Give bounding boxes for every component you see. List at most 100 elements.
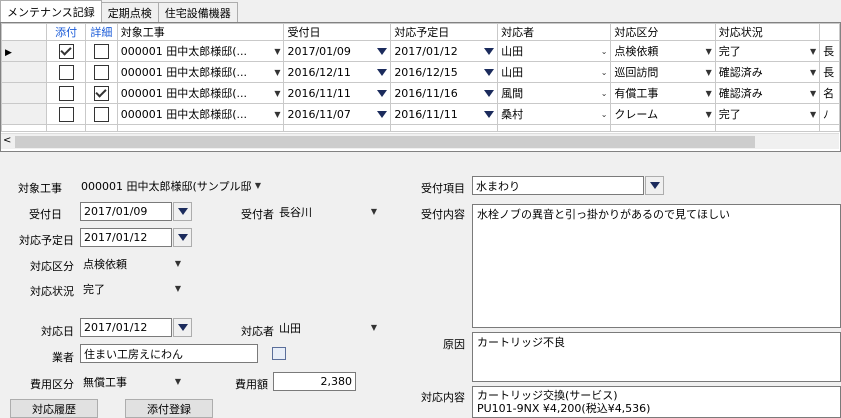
received-dropdown[interactable]: 2016/11/11 <box>287 87 388 100</box>
table-row[interactable]: 000001 田中太郎様邸(... ▼ 2016/12/11 2016/12/15 山田… <box>0 61 840 83</box>
row-header[interactable] <box>0 61 48 83</box>
person-dropdown[interactable]: 山田 ⌄ <box>501 64 607 80</box>
received-cell[interactable]: 2017/01/09 <box>283 40 392 62</box>
content-textarea[interactable]: 水栓ノブの異音と引っ掛かりがあるので見てほしい <box>472 204 841 328</box>
col-detail[interactable]: 詳細 <box>85 23 118 41</box>
received-calendar-button[interactable] <box>173 202 192 221</box>
status-dropdown[interactable]: 完了 ▼ <box>719 106 816 122</box>
table-row[interactable]: 000001 田中太郎様邸(... ▼ 2016/11/11 2016/11/16 風間… <box>0 82 840 104</box>
table-row[interactable]: ▶ 000001 田中太郎様邸(... ▼ 2017/01/09 2017/01/12 山… <box>0 40 840 62</box>
status-dropdown[interactable]: 完了 ▼ <box>719 43 816 59</box>
received-cell[interactable]: 2016/11/11 <box>283 82 392 104</box>
status-cell[interactable]: 確認済み ▼ <box>714 61 821 83</box>
item-dropdown-button[interactable] <box>645 176 664 195</box>
cost-field[interactable]: 2,380 <box>273 372 356 391</box>
col-received[interactable]: 受付日 <box>283 23 392 41</box>
table-row[interactable]: 000001 田中太郎様邸(... ▼ 2016/11/07 2016/11/11 桑村… <box>0 103 840 125</box>
status-cell[interactable]: 完了 ▼ <box>714 103 821 125</box>
project-dropdown[interactable]: 000001 田中太郎様邸(... ▼ <box>121 85 281 101</box>
scheduled-dropdown[interactable]: 2016/11/11 <box>394 108 495 121</box>
received-date-field[interactable]: 2017/01/09 <box>80 202 172 221</box>
status-cell[interactable]: 完了 ▼ <box>714 40 821 62</box>
row-header[interactable] <box>0 82 48 104</box>
detail-cell[interactable] <box>85 103 118 125</box>
project-cell[interactable]: 000001 田中太郎様邸(... ▼ <box>116 40 285 62</box>
category-cell[interactable]: クレーム ▼ <box>610 103 716 125</box>
status-dropdown[interactable]: 確認済み ▼ <box>719 64 816 80</box>
attach-register-button[interactable]: 添付登録 <box>125 399 213 418</box>
detail-cell[interactable] <box>85 82 118 104</box>
vendor-lookup-icon[interactable] <box>272 347 286 360</box>
person-cell[interactable]: 山田 ⌄ <box>497 61 612 83</box>
detail-checkbox[interactable] <box>93 43 109 59</box>
person-dropdown[interactable]: 桑村 ⌄ <box>501 106 607 122</box>
response-date-field[interactable]: 2017/01/12 <box>80 318 172 337</box>
scheduled-cell[interactable]: 2016/11/11 <box>390 103 499 125</box>
horizontal-scrollbar[interactable]: < <box>1 133 839 149</box>
project-cell[interactable]: 000001 田中太郎様邸(... ▼ <box>116 103 285 125</box>
tab-periodic-inspection[interactable]: 定期点検 <box>100 2 159 22</box>
category-dropdown[interactable]: 巡回訪問 ▼ <box>614 64 711 80</box>
category-dropdown[interactable]: 有償工事 ▼ <box>614 85 711 101</box>
col-scheduled[interactable]: 対応予定日 <box>390 23 499 41</box>
category-cell[interactable]: 巡回訪問 ▼ <box>610 61 716 83</box>
tab-maintenance[interactable]: メンテナンス記録 <box>0 0 102 22</box>
response-calendar-button[interactable] <box>173 318 192 337</box>
status-dropdown[interactable]: 確認済み ▼ <box>719 85 816 101</box>
person-cell[interactable]: 桑村 ⌄ <box>497 103 612 125</box>
received-cell[interactable]: 2016/12/11 <box>283 61 392 83</box>
history-button[interactable]: 対応履歴 <box>10 399 98 418</box>
category-dropdown[interactable]: 点検依頼 ▼ <box>614 43 711 59</box>
scheduled-cell[interactable]: 2016/11/16 <box>390 82 499 104</box>
scheduled-date-field[interactable]: 2017/01/12 <box>80 228 172 247</box>
detail-cell[interactable] <box>85 61 118 83</box>
person-dropdown[interactable]: 風間 ⌄ <box>501 85 607 101</box>
project-dropdown[interactable]: 000001 田中太郎様邸(... ▼ <box>121 106 281 122</box>
received-cell[interactable]: 2016/11/07 <box>283 103 392 125</box>
receiver-select[interactable]: 長谷川 ▼ <box>276 202 380 221</box>
project-cell[interactable]: 000001 田中太郎様邸(... ▼ <box>116 82 285 104</box>
tab-equipment[interactable]: 住宅設備機器 <box>157 2 238 22</box>
attach-checkbox[interactable] <box>58 85 74 101</box>
status-select[interactable]: 完了 ▼ <box>80 279 184 298</box>
received-dropdown[interactable]: 2017/01/09 <box>287 45 388 58</box>
attach-checkbox[interactable] <box>58 43 74 59</box>
scroll-left-icon[interactable]: < <box>3 135 11 146</box>
project-cell[interactable]: 000001 田中太郎様邸(... ▼ <box>116 61 285 83</box>
project-dropdown[interactable]: 000001 田中太郎様邸(... ▼ <box>121 43 281 59</box>
person-cell[interactable]: 風間 ⌄ <box>497 82 612 104</box>
col-project[interactable]: 対象工事 <box>116 23 285 41</box>
attach-checkbox[interactable] <box>58 64 74 80</box>
category-select[interactable]: 点検依頼 ▼ <box>80 254 184 273</box>
item-field[interactable]: 水まわり <box>472 176 644 195</box>
category-cell[interactable]: 有償工事 ▼ <box>610 82 716 104</box>
col-category[interactable]: 対応区分 <box>610 23 716 41</box>
vendor-field[interactable]: 住まい工房えにわん <box>80 344 258 363</box>
detail-cell[interactable] <box>85 40 118 62</box>
row-header[interactable]: ▶ <box>0 40 48 62</box>
category-cell[interactable]: 点検依頼 ▼ <box>610 40 716 62</box>
detail-checkbox[interactable] <box>93 64 109 80</box>
received-dropdown[interactable]: 2016/11/07 <box>287 108 388 121</box>
attach-cell[interactable] <box>46 103 87 125</box>
attach-cell[interactable] <box>46 61 87 83</box>
received-dropdown[interactable]: 2016/12/11 <box>287 66 388 79</box>
category-dropdown[interactable]: クレーム ▼ <box>614 106 711 122</box>
detail-checkbox[interactable] <box>93 85 109 101</box>
project-select[interactable]: 000001 田中太郎様邸(サンプル邸 ▼ <box>78 176 264 195</box>
responder-select[interactable]: 山田 ▼ <box>276 318 380 337</box>
detail-checkbox[interactable] <box>93 106 109 122</box>
attach-cell[interactable] <box>46 82 87 104</box>
scheduled-dropdown[interactable]: 2017/01/12 <box>394 45 495 58</box>
person-dropdown[interactable]: 山田 ⌄ <box>501 43 607 59</box>
response-textarea[interactable]: カートリッジ交換(サービス) PU101-9NX ¥4,200(税込¥4,536… <box>472 386 841 418</box>
scheduled-dropdown[interactable]: 2016/12/15 <box>394 66 495 79</box>
scheduled-cell[interactable]: 2017/01/12 <box>390 40 499 62</box>
cost-type-select[interactable]: 無償工事 ▼ <box>80 372 184 391</box>
project-dropdown[interactable]: 000001 田中太郎様邸(... ▼ <box>121 64 281 80</box>
attach-checkbox[interactable] <box>58 106 74 122</box>
scheduled-dropdown[interactable]: 2016/11/16 <box>394 87 495 100</box>
scheduled-calendar-button[interactable] <box>173 228 192 247</box>
scroll-thumb[interactable] <box>15 136 755 148</box>
cause-textarea[interactable]: カートリッジ不良 <box>472 332 841 382</box>
